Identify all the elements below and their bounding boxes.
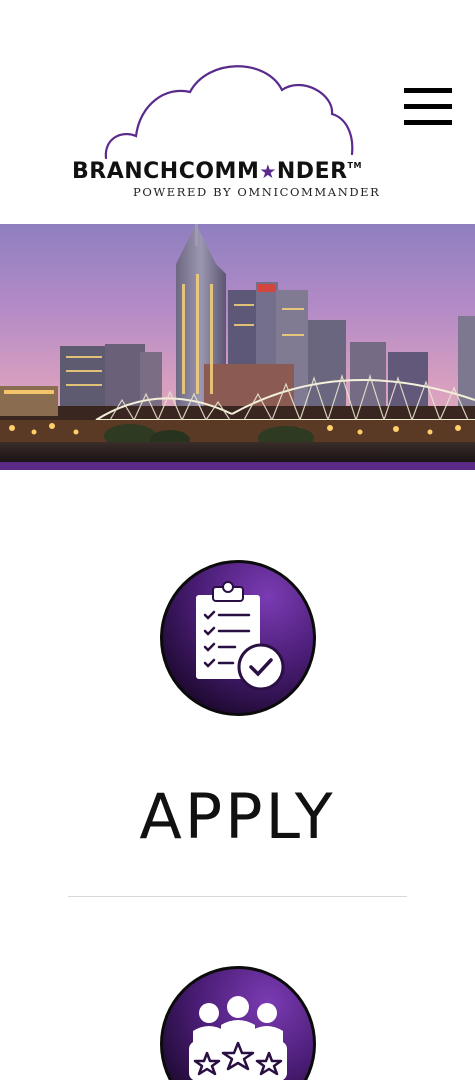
- logo-tagline: POWERED BY OMNICOMMANDER: [133, 185, 381, 199]
- logo-brand-prefix: BRANCHCOMM: [72, 159, 260, 184]
- star-icon: ★: [259, 161, 277, 183]
- clipboard-checklist-icon[interactable]: [160, 560, 316, 716]
- logo-brand-suffix: NDER: [276, 159, 348, 184]
- trademark-symbol: TM: [347, 161, 362, 170]
- hero-banner-image: [0, 224, 475, 470]
- branchcommander-logo[interactable]: BRANCHCOMM★NDERTM POWERED BY OMNICOMMAND…: [70, 64, 410, 204]
- city-skyline-illustration: [0, 224, 475, 470]
- hamburger-menu-icon[interactable]: [404, 88, 452, 126]
- team-rating-stars-icon[interactable]: [160, 966, 316, 1080]
- apply-heading: APPLY: [139, 780, 336, 853]
- section-divider: [68, 896, 407, 897]
- site-header: BRANCHCOMM★NDERTM POWERED BY OMNICOMMAND…: [0, 0, 475, 224]
- logo-brand-text: BRANCHCOMM★NDERTM: [72, 159, 362, 184]
